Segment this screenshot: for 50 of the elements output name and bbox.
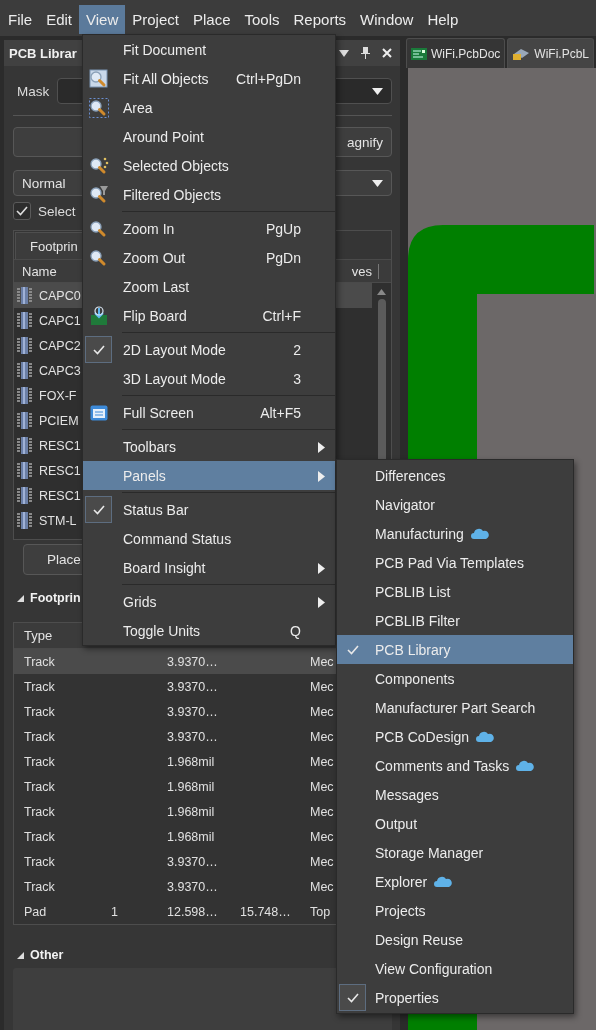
table-cell-text: Mec [310,829,335,844]
footprint-name: PCIEM [39,413,79,428]
table-cell-text: Track [24,754,56,769]
table-cell-text: 1.968mil [167,779,216,794]
table-cell-text: Mec [310,879,335,894]
table-cell-text: Mec [310,654,335,669]
table-cell-text: 1 [110,904,119,919]
table-cell-text: 3.9370… [167,854,219,869]
footprint-name: CAPC2 [39,338,81,353]
footprint-name: CAPC3 [39,363,81,378]
table-cell-text: Track [24,729,56,744]
table-cell-text: Mec [310,754,335,769]
mask-label: Mask [17,83,50,99]
table-cell-text: Mec [310,704,335,719]
table-cell-text: Track [24,829,56,844]
footprint-name: RESC1 [39,438,81,453]
panel-title: PCB Librar [9,45,77,61]
table-cell-text: Mec [310,854,335,869]
footprint-name: FOX-F [39,388,77,403]
select-label: Select [38,203,76,219]
table-cell-text: Track [24,804,56,819]
table-cell-text: 1.968mil [167,804,216,819]
table-cell-text: 3.9370… [167,879,219,894]
table-cell-text: 15.748… [240,904,292,919]
table-cell-text: Mec [310,729,335,744]
table-cell-text: Pad [24,904,48,919]
table-cell-text: 1.968mil [167,754,216,769]
table-cell-text: 12.598… [167,904,219,919]
table-cell-text: Mec [310,779,335,794]
table-cell-text: Mec [310,804,335,819]
footprint-name: CAPC1 [39,313,81,328]
section-title: Other [30,948,64,962]
footprint-name: RESC1 [39,488,81,503]
table-cell-text: Mec [310,679,335,694]
table-cell-text: 1.968mil [167,829,216,844]
table-cell-text: Track [24,854,56,869]
table-cell-text: Top [310,904,332,919]
table-cell-text: 3.9370… [167,704,219,719]
table-cell-text: 3.9370… [167,654,219,669]
footprint-name: RESC1 [39,463,81,478]
table-cell-text: Track [24,779,56,794]
table-cell-text: 3.9370… [167,679,219,694]
footprint-name: CAPC0 [39,288,81,303]
table-cell-text: Track [24,654,56,669]
section-title: Footprin [30,591,81,605]
table-cell-text: Track [24,679,56,694]
table-cell-text: 3.9370… [167,729,219,744]
table-cell-text: Track [24,704,56,719]
table-cell-text: Track [24,879,56,894]
footprint-name: STM-L [39,513,77,528]
